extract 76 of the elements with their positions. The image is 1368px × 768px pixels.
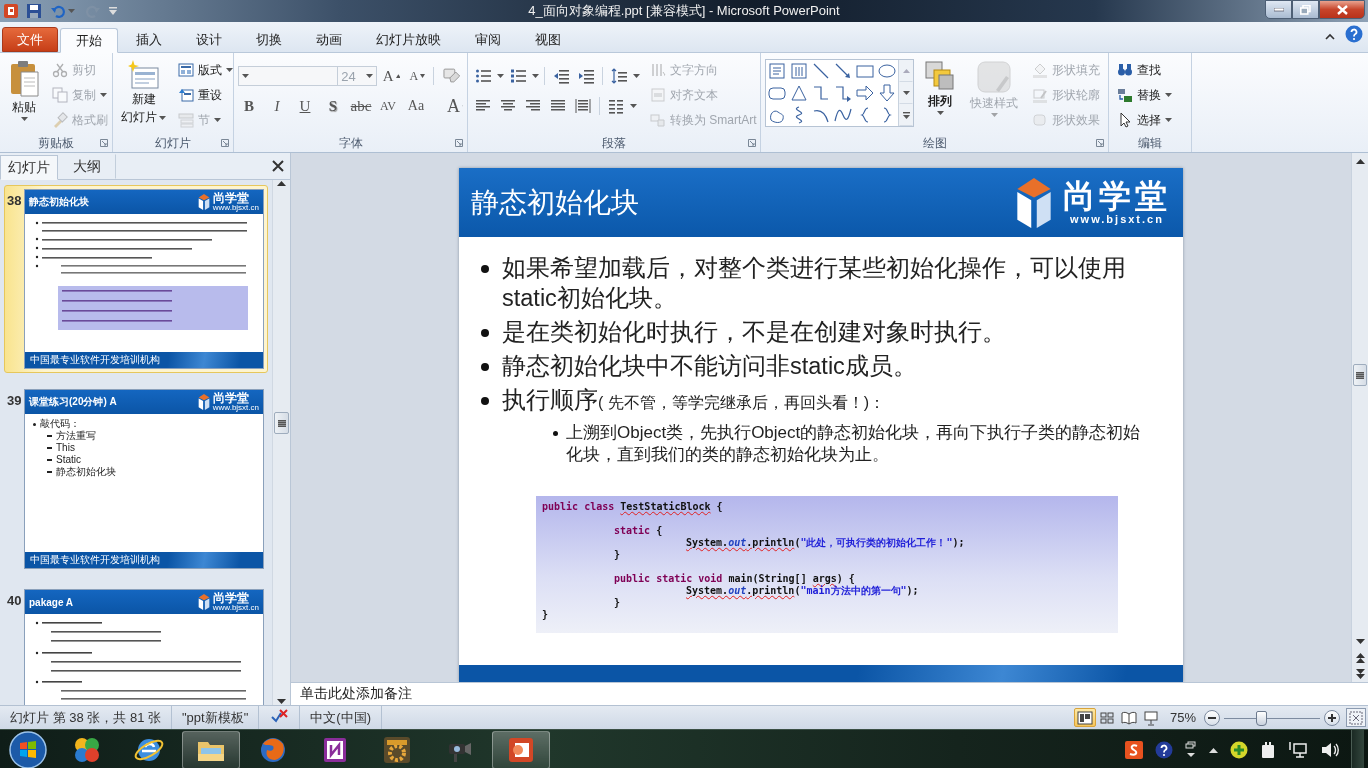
reset-button[interactable]: 重设 bbox=[174, 84, 237, 106]
logo-name: 尚学堂 bbox=[212, 192, 250, 204]
group-label: 编辑 bbox=[1138, 134, 1162, 152]
slide-title: pakage A bbox=[29, 596, 74, 608]
group-label: 绘图 bbox=[922, 134, 947, 152]
logo-url: www.bjsxt.cn bbox=[1070, 213, 1164, 226]
change-case-button[interactable]: Aa bbox=[406, 95, 428, 117]
bullet-text: This bbox=[56, 442, 75, 454]
layout-button[interactable]: 版式 bbox=[174, 59, 237, 81]
bullet-text: 如果希望加载后，对整个类进行某些初始化操作，可以使用static初始化块。 bbox=[502, 254, 1127, 313]
ribbon-tab[interactable]: 切换 bbox=[240, 27, 298, 52]
bullet-text: 是在类初始化时执行，不是在创建对象时执行。 bbox=[502, 318, 1007, 347]
code-line: System.out.println("main方法中的第一句"); bbox=[686, 585, 920, 597]
font-color-button[interactable]: A bbox=[444, 95, 466, 117]
replace-button[interactable]: 替换 bbox=[1113, 84, 1176, 106]
logo-url: www.bjsxt.cn bbox=[212, 204, 259, 212]
logo-url: www.bjsxt.cn bbox=[212, 604, 259, 612]
bullet-text: 静态初始化块 bbox=[56, 466, 116, 478]
group-label: 段落 bbox=[602, 134, 626, 152]
ribbon-tab[interactable]: 动画 bbox=[300, 27, 358, 52]
character-spacing-button[interactable]: AV bbox=[378, 95, 400, 117]
group-label: 幻灯片 bbox=[155, 134, 191, 152]
grow-font-button[interactable]: A bbox=[379, 65, 404, 87]
ribbon-tab[interactable]: 幻灯片放映 bbox=[360, 27, 457, 52]
slide-number: 38 bbox=[7, 192, 22, 208]
panel-tab[interactable]: 大纲 bbox=[58, 154, 116, 179]
code-line: } bbox=[614, 597, 622, 609]
ribbon-tab[interactable]: 开始 bbox=[60, 28, 118, 53]
group-label: 字体 bbox=[338, 134, 363, 152]
ribbon-tab[interactable]: 文件 bbox=[2, 27, 58, 52]
slide-number: 40 bbox=[7, 592, 22, 608]
slide-thumbnail[interactable]: 38 静态初始化块 尚学堂 www.bjsxt.cn 中国最专业软件开发培训机构 bbox=[4, 185, 268, 373]
code-line: static { bbox=[614, 524, 664, 537]
bullet-text: Static bbox=[56, 454, 81, 466]
italic-button[interactable]: I bbox=[266, 95, 288, 117]
ribbon-tab[interactable]: 插入 bbox=[120, 27, 178, 52]
logo-name: 尚学堂 bbox=[212, 392, 250, 404]
group-label: 剪贴板 bbox=[38, 134, 74, 152]
ribbon-tab[interactable]: 设计 bbox=[180, 27, 238, 52]
underline-button[interactable]: U bbox=[294, 95, 316, 117]
ribbon-tab[interactable]: 视图 bbox=[519, 27, 577, 52]
code-line: } bbox=[614, 549, 622, 561]
strikethrough-button[interactable]: abc bbox=[350, 95, 372, 117]
slide-footer: 中国最专业软件开发培训机构 bbox=[25, 352, 263, 368]
bold-button[interactable]: B bbox=[238, 95, 260, 117]
slide-footer: 中国最专业软件开发培训机构 bbox=[25, 552, 263, 568]
ribbon-tab[interactable]: 审阅 bbox=[459, 27, 517, 52]
code-line: public static void main(String[] args) { bbox=[614, 572, 855, 585]
shrink-font-button[interactable]: A bbox=[406, 65, 429, 87]
slide-number: 39 bbox=[7, 392, 22, 408]
paste-button[interactable]: 粘贴 bbox=[4, 57, 44, 134]
slide-title: 静态初始化块 bbox=[471, 185, 639, 220]
slide-title: 静态初始化块 bbox=[29, 195, 89, 209]
window-title: 4_面向对象编程.ppt [兼容模式] - Microsoft PowerPoint bbox=[527, 2, 841, 20]
select-button[interactable]: 选择 bbox=[1113, 109, 1176, 131]
slide-thumbnail[interactable]: 40 pakage A 尚学堂 www.bjsxt.cn bbox=[4, 585, 268, 705]
new-slide-button[interactable]: 新建 幻灯片 bbox=[117, 57, 170, 134]
slide-title: 课堂练习(20分钟) A bbox=[29, 395, 117, 409]
zoom-level[interactable]: 75% bbox=[1161, 710, 1204, 725]
logo-name: 尚学堂 bbox=[212, 592, 250, 604]
bullet-text: 方法重写 bbox=[56, 430, 96, 442]
arrange-button[interactable]: 排列 bbox=[920, 57, 960, 134]
find-button[interactable]: 查找 bbox=[1113, 59, 1176, 81]
bullet-text: 静态初始化块中不能访问非static成员。 bbox=[502, 352, 918, 381]
code-line: public class TestStaticBlock { bbox=[542, 501, 724, 513]
notes-placeholder[interactable]: 单击此处添加备注 bbox=[300, 685, 412, 703]
bullet-text: 上溯到Object类，先执行Object的静态初始化块，再向下执行子类的静态初始化块，直到我们的类的静态初始化块为止。 bbox=[566, 422, 1142, 466]
code-line: System.out.println("此处，可执行类的初始化工作！"); bbox=[686, 537, 966, 549]
logo-url: www.bjsxt.cn bbox=[212, 404, 259, 412]
panel-tab[interactable]: 幻灯片 bbox=[0, 155, 58, 180]
shadow-button[interactable]: S bbox=[322, 95, 344, 117]
code-line: } bbox=[542, 609, 550, 621]
slide-thumbnail[interactable]: 39 课堂练习(20分钟) A 尚学堂 www.bjsxt.cn 敲代码： 方法重写 This Static 静态初始化块 中国最专业软件开发培训机构 bbox=[4, 385, 268, 573]
logo-name: 尚学堂 bbox=[1063, 179, 1171, 214]
bullet-text: 敲代码： bbox=[40, 418, 80, 430]
bullet-text: 执行顺序( 先不管，等学完继承后，再回头看！)： bbox=[502, 386, 887, 415]
